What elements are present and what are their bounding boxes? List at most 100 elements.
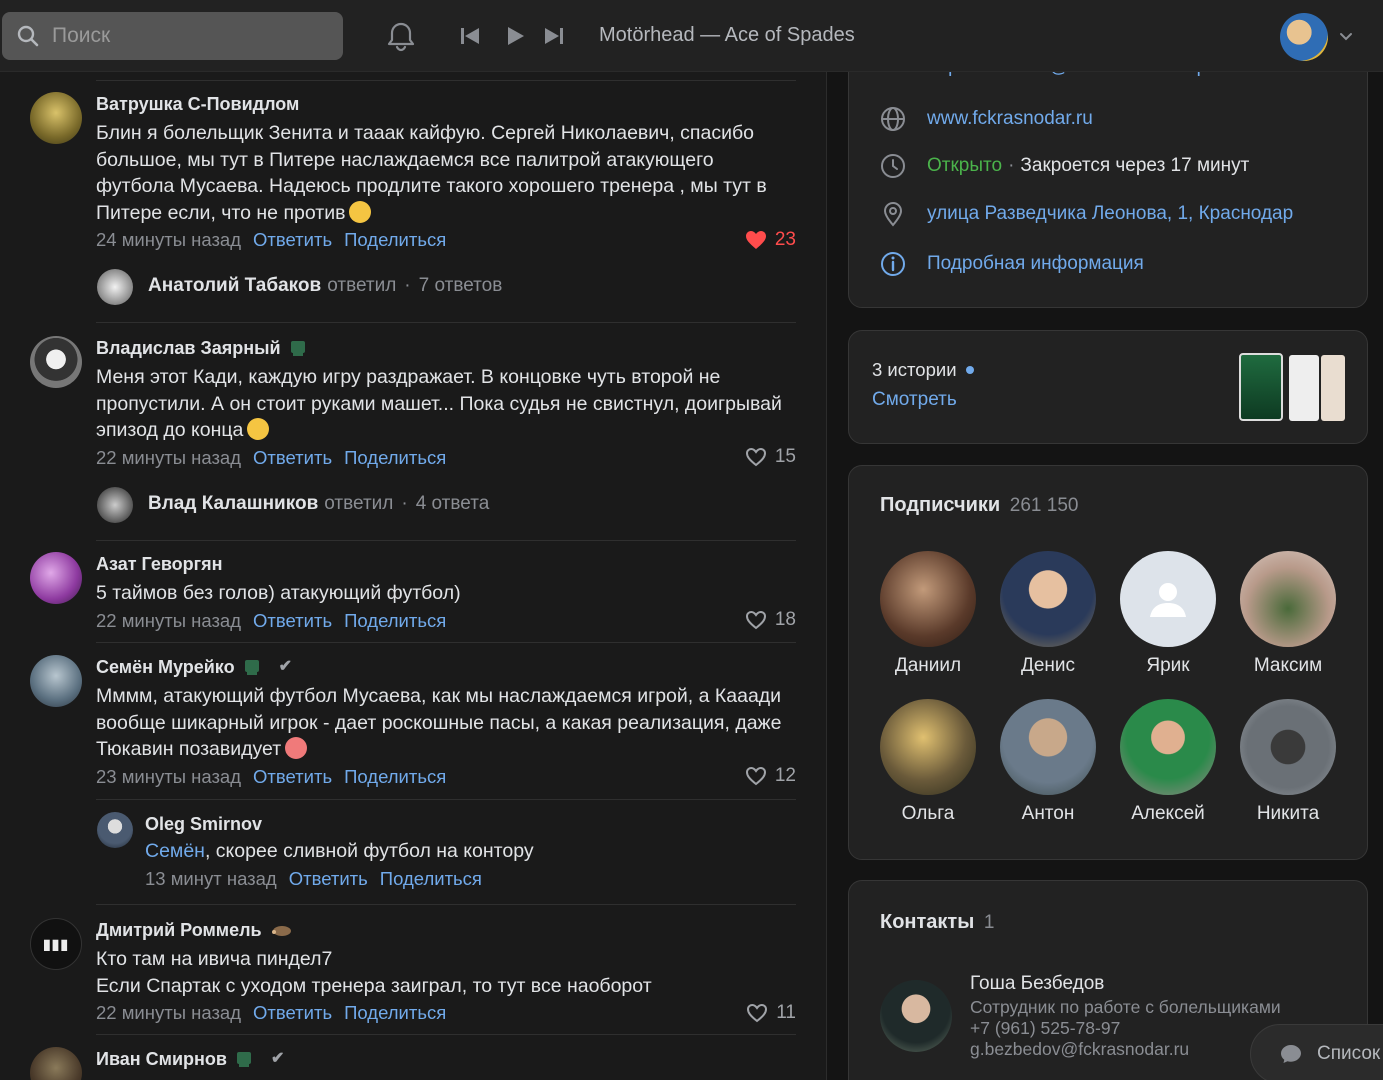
stories-count: 3 истории <box>872 359 957 380</box>
reply-button[interactable]: Ответить <box>253 765 332 789</box>
mention-link[interactable]: Семён <box>145 840 205 862</box>
contact-name[interactable]: Гоша Безбедов <box>970 973 1281 995</box>
comment-time[interactable]: 23 минуты назад <box>96 765 241 789</box>
comment-time[interactable]: 24 минуты назад <box>96 228 241 252</box>
contact-email[interactable]: g.bezbedov@fckrasnodar.ru <box>970 1039 1281 1060</box>
site-row[interactable]: www.fckrasnodar.ru <box>879 105 1093 133</box>
more-info-link[interactable]: Подробная информация <box>927 253 1144 275</box>
story-thumbnail[interactable] <box>1321 355 1345 421</box>
avatar[interactable]: ▮▮▮ <box>30 918 82 970</box>
search-box[interactable] <box>2 12 343 60</box>
avatar <box>1120 551 1216 647</box>
reply-author[interactable]: Анатолий Табаков <box>148 275 321 297</box>
address-link[interactable]: улица Разведчика Леонова, 1, Краснодар <box>927 203 1293 225</box>
hours-row[interactable]: Открыто · Закроется через 17 минут <box>879 152 1249 180</box>
address-row[interactable]: улица Разведчика Леонова, 1, Краснодар <box>879 200 1293 228</box>
like-button[interactable]: 12 <box>745 765 796 787</box>
share-button[interactable]: Поделиться <box>344 609 446 633</box>
divider <box>96 80 796 81</box>
comment-time[interactable]: 22 минуты назад <box>96 1001 241 1025</box>
avatar[interactable] <box>30 552 82 604</box>
reply-button[interactable]: Ответить <box>253 228 332 252</box>
team-badge-icon <box>290 341 305 356</box>
comment-time[interactable]: 22 минуты назад <box>96 609 241 633</box>
reply-button[interactable]: Ответить <box>253 1001 332 1025</box>
subscriber[interactable]: Ольга <box>880 699 976 825</box>
share-button[interactable]: Поделиться <box>344 228 446 252</box>
replies-summary[interactable]: Влад Калашников ответил · 4 ответа <box>148 493 489 515</box>
comment-text: Если Спартак с уходом тренера заиграл, т… <box>96 974 652 997</box>
subscribers-count: 261 150 <box>1009 495 1079 516</box>
comment-time[interactable]: 22 минуты назад <box>96 446 241 470</box>
avatar <box>880 551 976 647</box>
comment-author[interactable]: Дмитрий Роммель <box>96 918 262 942</box>
reply-author[interactable]: Влад Калашников <box>148 493 318 515</box>
like-button[interactable]: 15 <box>745 446 796 468</box>
subscriber[interactable]: Никита <box>1240 699 1336 825</box>
like-button[interactable]: 23 <box>745 229 796 251</box>
like-button[interactable]: 18 <box>745 609 796 631</box>
subscriber-name: Максим <box>1253 655 1323 676</box>
comment-author[interactable]: Ватрушка С-Повидлом <box>96 92 796 116</box>
subscriber-name: Ярик <box>1146 655 1190 676</box>
bell-icon[interactable] <box>384 20 418 54</box>
story-thumbnail[interactable] <box>1239 353 1283 421</box>
subscriber[interactable]: Максим <box>1240 551 1336 677</box>
contacts-title[interactable]: Контакты 1 <box>880 911 994 934</box>
now-playing-track[interactable]: Motörhead — Ace of Spades <box>599 24 855 47</box>
stories-card[interactable]: 3 истории Смотреть <box>848 330 1368 444</box>
reply-button[interactable]: Ответить <box>289 867 368 891</box>
comment-author[interactable]: Семён Мурейко <box>96 655 235 679</box>
previous-track-icon[interactable] <box>458 24 482 48</box>
chevron-down-icon[interactable] <box>1338 28 1354 44</box>
profile-avatar[interactable] <box>1280 13 1328 61</box>
reply-count[interactable]: 4 ответа <box>416 493 490 515</box>
contact-phone[interactable]: +7 (961) 525-78-97 <box>970 1018 1281 1039</box>
chat-list-button[interactable]: Список <box>1250 1024 1383 1080</box>
share-button[interactable]: Поделиться <box>380 867 482 891</box>
divider <box>96 540 796 541</box>
reply-count[interactable]: 7 ответов <box>419 275 503 297</box>
comment: Иван Смирнов ✔ <box>30 1047 796 1080</box>
globe-icon <box>881 107 905 131</box>
share-button[interactable]: Поделиться <box>344 446 446 470</box>
subscriber-name: Даниил <box>894 655 962 676</box>
avatar[interactable] <box>30 1047 82 1080</box>
subscriber[interactable]: Антон <box>1000 699 1096 825</box>
share-button[interactable]: Поделиться <box>344 1001 446 1025</box>
comment-author[interactable]: Азат Геворгян <box>96 552 796 576</box>
reply-button[interactable]: Ответить <box>253 446 332 470</box>
subscriber[interactable]: Алексей <box>1120 699 1216 825</box>
divider <box>96 904 796 905</box>
subscriber[interactable]: Ярик <box>1120 551 1216 677</box>
search-input[interactable] <box>52 24 332 48</box>
next-track-icon[interactable] <box>542 24 566 48</box>
like-button[interactable]: 11 <box>746 1002 796 1024</box>
share-button[interactable]: Поделиться <box>344 765 446 789</box>
contact-avatar[interactable] <box>880 980 952 1052</box>
avatar[interactable] <box>30 655 82 707</box>
subscribers-title[interactable]: Подписчики 261 150 <box>880 494 1078 517</box>
subscriber[interactable]: Даниил <box>880 551 976 677</box>
avatar[interactable] <box>97 487 133 523</box>
watch-stories-link[interactable]: Смотреть <box>872 389 957 411</box>
story-thumbnail[interactable] <box>1289 355 1319 421</box>
avatar[interactable] <box>30 92 82 144</box>
avatar[interactable] <box>97 812 133 848</box>
comment-author[interactable]: Иван Смирнов <box>96 1047 227 1071</box>
reply-button[interactable]: Ответить <box>253 609 332 633</box>
reply-author[interactable]: Oleg Smirnov <box>145 812 534 836</box>
site-link[interactable]: www.fckrasnodar.ru <box>927 108 1093 130</box>
subscriber-name: Антон <box>1021 803 1075 824</box>
avatar[interactable] <box>97 269 133 305</box>
open-status: Открыто <box>927 155 1003 176</box>
comment-author[interactable]: Владислав Заярный <box>96 336 281 360</box>
group-info-card: https://vk.com/@fckrasnodar-faq www.fckr… <box>848 40 1368 308</box>
comment-text: Кто там на ивича пиндел7 <box>96 948 333 970</box>
more-info-row[interactable]: Подробная информация <box>879 250 1144 278</box>
reply-time[interactable]: 13 минут назад <box>145 867 277 891</box>
avatar[interactable] <box>30 336 82 388</box>
play-icon[interactable] <box>503 24 527 48</box>
subscriber[interactable]: Денис <box>1000 551 1096 677</box>
replies-summary[interactable]: Анатолий Табаков ответил · 7 ответов <box>148 275 502 297</box>
